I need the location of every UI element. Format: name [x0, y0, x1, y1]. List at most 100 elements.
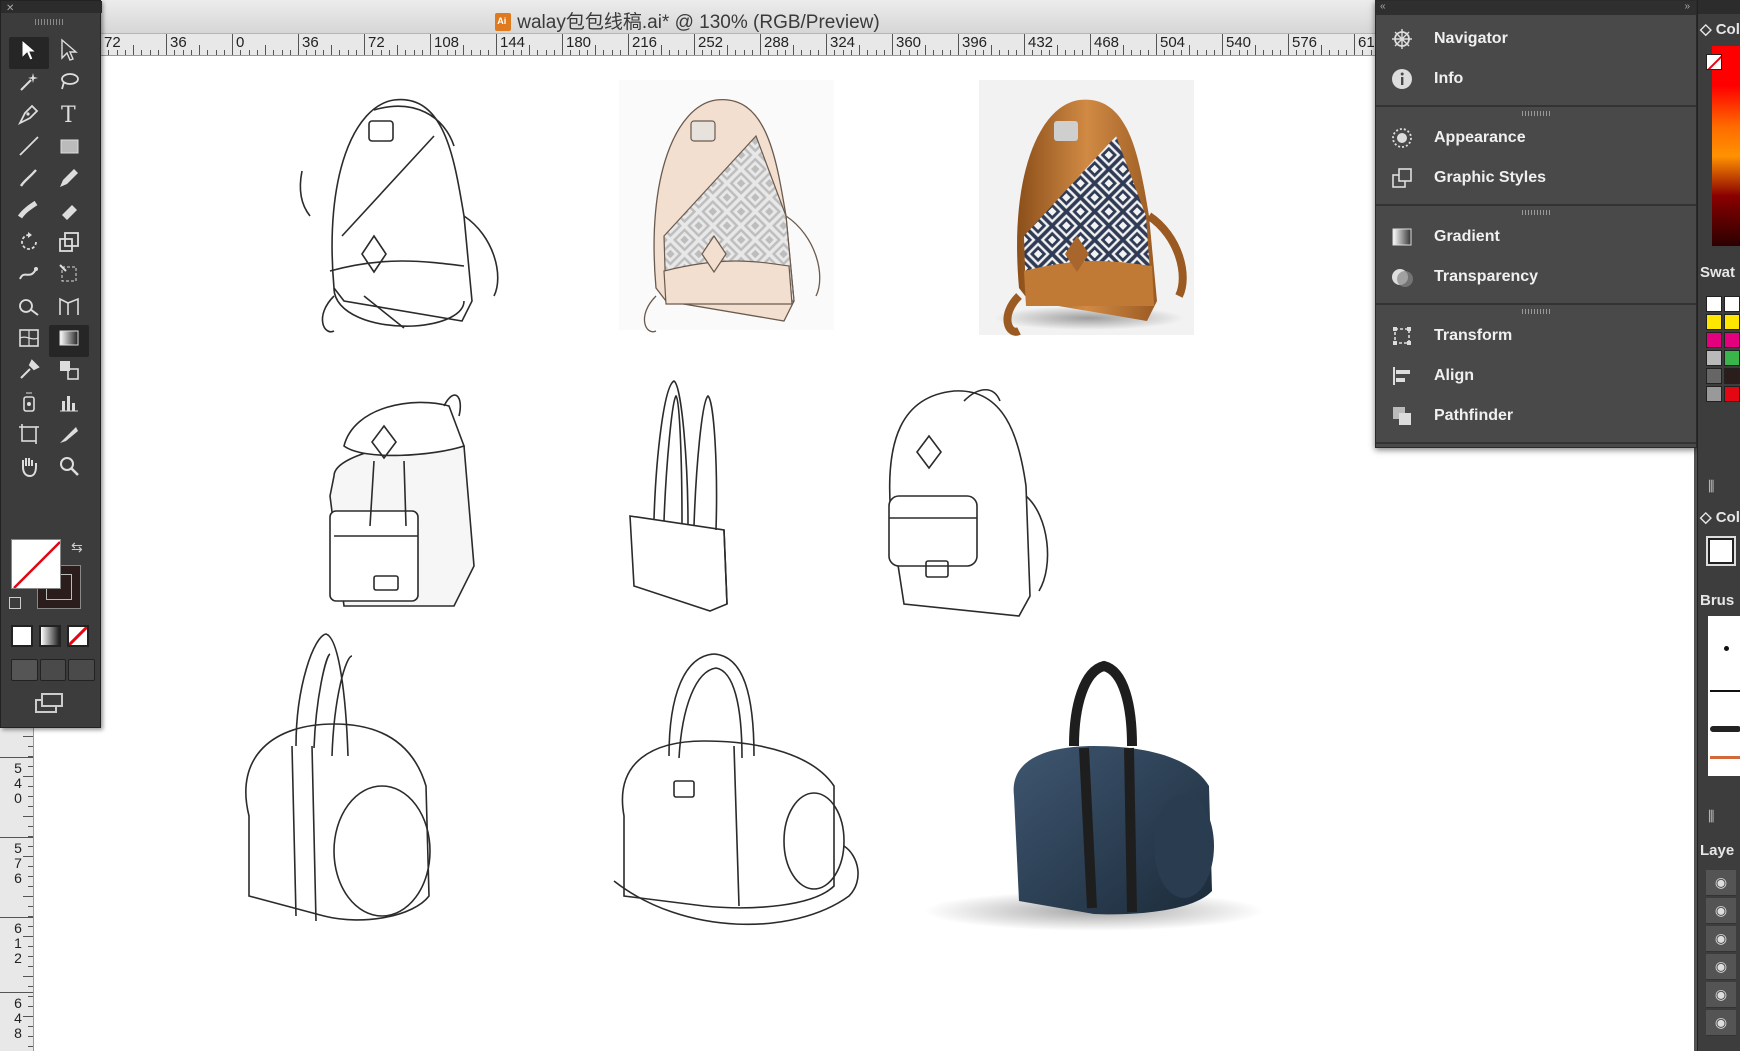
color-panel-tab[interactable]: ◇ Col [1700, 20, 1740, 38]
eyedropper-tool[interactable] [9, 357, 49, 389]
shape-builder-tool[interactable] [9, 293, 49, 325]
swatch[interactable] [1724, 314, 1740, 330]
document-title-bar[interactable]: walay包包线稿.ai* @ 130% (RGB/Preview) [0, 0, 1375, 34]
swatches-panel-tab[interactable]: Swat [1700, 264, 1735, 281]
swatch[interactable] [1706, 296, 1722, 312]
panel-tab-transform[interactable]: Transform [1376, 316, 1696, 356]
layer-visibility-toggle[interactable]: ◉ [1706, 870, 1736, 896]
color-guide-swatch[interactable] [1708, 538, 1734, 564]
brush-list[interactable] [1708, 616, 1740, 776]
swatch[interactable] [1706, 368, 1722, 384]
gradient-tool[interactable] [49, 325, 89, 357]
draw-behind-button[interactable] [39, 659, 67, 681]
swatch[interactable] [1706, 386, 1722, 402]
duffel-bag-lineart-1[interactable] [245, 633, 431, 922]
zoom-tool[interactable] [49, 453, 89, 485]
swap-fill-stroke-icon[interactable]: ⇆ [71, 539, 83, 556]
backpack-rendered-photo[interactable] [979, 80, 1194, 336]
panel-tab-label: Navigator [1434, 30, 1508, 47]
layer-visibility-toggle[interactable]: ◉ [1706, 1010, 1736, 1036]
panel-tab-transparency[interactable]: Transparency [1376, 257, 1696, 297]
color-spectrum[interactable] [1712, 46, 1740, 246]
panel-tab-pathfinder[interactable]: Pathfinder [1376, 396, 1696, 436]
swatch[interactable] [1724, 332, 1740, 348]
horizontal-ruler[interactable]: 72 36 0 36 72 108 144 180 216 252 288 324 360 396 432 4… [100, 34, 1375, 56]
swatch[interactable] [1706, 314, 1722, 330]
duffel-bag-lineart-2[interactable] [613, 653, 859, 926]
rectangle-tool[interactable] [49, 133, 89, 165]
layer-visibility-toggle[interactable]: ◉ [1706, 926, 1736, 952]
layers-panel-tab[interactable]: Laye [1700, 842, 1734, 859]
swatch[interactable] [1724, 386, 1740, 402]
swatch[interactable] [1706, 332, 1722, 348]
draw-inside-button[interactable] [68, 659, 96, 681]
rucksack-lineart[interactable] [329, 394, 475, 607]
pen-tool[interactable] [9, 101, 49, 133]
tote-bag-lineart[interactable] [629, 380, 728, 612]
paintbrush-tool[interactable] [9, 165, 49, 197]
warp-tool[interactable] [9, 261, 49, 293]
gradient-mode-button[interactable] [39, 625, 61, 647]
duffel-bag-rendered-photo[interactable] [924, 660, 1264, 931]
right-dock-titlebar[interactable] [1698, 0, 1740, 14]
color-guide-panel-tab[interactable]: ◇ Col [1700, 508, 1740, 526]
swatch[interactable] [1724, 296, 1740, 312]
swatch[interactable] [1724, 368, 1740, 384]
panel-tab-navigator[interactable]: Navigator [1376, 19, 1696, 59]
mesh-tool[interactable] [9, 325, 49, 357]
fill-swatch[interactable] [11, 539, 61, 589]
panel-tab-info[interactable]: Info [1376, 59, 1696, 99]
magic-wand-tool[interactable] [9, 69, 49, 101]
close-icon[interactable]: ✕ [6, 3, 14, 14]
panel-group-grip[interactable] [1522, 210, 1550, 215]
chevron-left-icon[interactable]: « [1380, 1, 1386, 12]
panel-tab-gradient[interactable]: Gradient [1376, 217, 1696, 257]
backpack-colored-sketch[interactable] [619, 80, 834, 333]
lasso-tool[interactable] [49, 69, 89, 101]
direct-selection-tool[interactable] [49, 37, 89, 69]
color-mode-button[interactable] [11, 625, 33, 647]
slice-tool[interactable] [49, 421, 89, 453]
ruler-minor-tick [28, 906, 33, 907]
swatch-libraries-icon[interactable]: ⫼ [1708, 478, 1714, 495]
swatch[interactable] [1724, 350, 1740, 366]
column-graph-tool[interactable] [49, 389, 89, 421]
layer-visibility-toggle[interactable]: ◉ [1706, 898, 1736, 924]
layer-visibility-toggle[interactable]: ◉ [1706, 954, 1736, 980]
free-transform-tool[interactable] [49, 261, 89, 293]
type-tool[interactable]: T [49, 101, 89, 133]
panel-dock-titlebar[interactable]: « » [1376, 1, 1696, 15]
panel-tab-appearance[interactable]: Appearance [1376, 118, 1696, 158]
panel-group-grip[interactable] [1522, 309, 1550, 314]
brushes-panel-tab[interactable]: Brus [1700, 592, 1734, 609]
default-fill-stroke-icon[interactable] [9, 597, 21, 609]
eraser-tool[interactable] [49, 197, 89, 229]
backpack-lineart-2[interactable] [888, 388, 1049, 617]
symbol-sprayer-tool[interactable] [9, 389, 49, 421]
chevron-right-icon[interactable]: » [1684, 1, 1690, 12]
layer-visibility-toggle[interactable]: ◉ [1706, 982, 1736, 1008]
blend-tool[interactable] [49, 357, 89, 389]
blob-brush-tool[interactable] [9, 197, 49, 229]
perspective-grid-tool[interactable] [49, 293, 89, 325]
tools-panel-grip[interactable] [35, 19, 65, 25]
tools-panel-titlebar[interactable]: ✕ [1, 1, 102, 14]
backpack-lineart-1[interactable] [299, 98, 499, 333]
rotate-tool[interactable] [9, 229, 49, 261]
draw-normal-button[interactable] [11, 659, 38, 681]
screen-mode-icon[interactable] [35, 693, 65, 715]
swatch[interactable] [1706, 350, 1722, 366]
artboard-tool[interactable] [9, 421, 49, 453]
line-tool[interactable] [9, 133, 49, 165]
hand-tool[interactable] [9, 453, 49, 485]
scale-tool[interactable] [49, 229, 89, 261]
selection-tool[interactable] [9, 37, 49, 69]
pencil-tool[interactable] [49, 165, 89, 197]
color-none-swatch[interactable] [1706, 54, 1722, 70]
fill-stroke-control[interactable]: ⇆ [9, 539, 83, 611]
none-mode-button[interactable] [67, 625, 89, 647]
panel-group-grip[interactable] [1522, 111, 1550, 116]
panel-tab-align[interactable]: Align [1376, 356, 1696, 396]
panel-tab-graphic-styles[interactable]: Graphic Styles [1376, 158, 1696, 198]
brush-libraries-icon[interactable]: ⫼ [1708, 808, 1714, 825]
